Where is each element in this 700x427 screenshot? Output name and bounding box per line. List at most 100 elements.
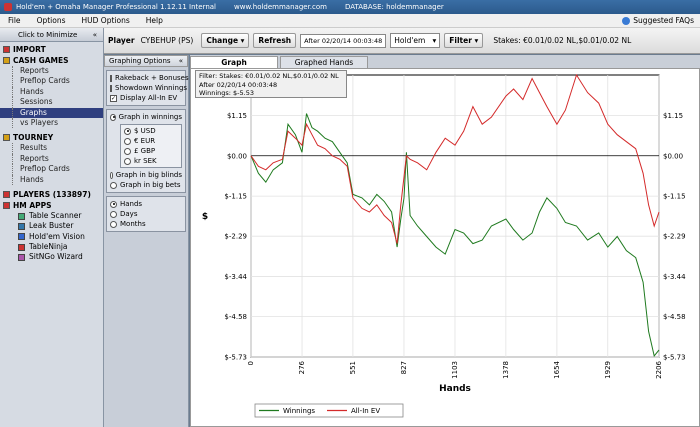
- y-tick-label: $1.15: [227, 112, 247, 120]
- holdem-vision-icon: [18, 233, 25, 241]
- players-icon: [3, 190, 10, 198]
- menu-file[interactable]: File: [0, 16, 29, 25]
- x-axis-label: Hands: [439, 384, 471, 394]
- radio-label: kr SEK: [134, 157, 157, 165]
- nav-cash-games[interactable]: CASH GAMES: [0, 55, 103, 66]
- nav-item-vs-players[interactable]: vs Players: [0, 117, 103, 129]
- graphing-options-title: Graphing Options: [109, 57, 171, 65]
- app-holdem-vision[interactable]: Hold'em Vision: [0, 232, 103, 242]
- nav-item-graphs[interactable]: Graphs: [0, 107, 103, 119]
- menu-bar: File Options HUD Options Help Suggested …: [0, 14, 700, 28]
- minimize-label: Click to Minimize: [18, 30, 78, 39]
- import-icon: [3, 46, 10, 53]
- rakeback-checkbox[interactable]: Rakeback + Bonuses: [110, 73, 189, 83]
- allin-ev-checkbox[interactable]: ✓ Display All-In EV: [110, 93, 182, 103]
- radio-icon: [110, 220, 117, 228]
- help-icon: [622, 16, 631, 25]
- nav-item-tourney-results[interactable]: Results: [0, 143, 103, 155]
- menu-hud-options[interactable]: HUD Options: [74, 16, 138, 25]
- change-button[interactable]: Change ▾: [201, 33, 250, 48]
- graph-big-bets-radio[interactable]: Graph in big bets: [110, 180, 182, 190]
- graph-big-blinds-radio[interactable]: Graph in big blinds: [110, 170, 182, 180]
- winnings-chart: 0 276 551 827 1103 1378 1654 1929 2206 $1.15 $1.15…: [202, 73, 686, 418]
- checkbox-icon: [110, 74, 112, 82]
- dropdown-arrow-icon: ▾: [240, 36, 245, 45]
- radio-label: Graph in winnings: [118, 113, 182, 121]
- nav-item-tourney-preflop[interactable]: Preflop Cards: [0, 164, 103, 175]
- radio-icon: [110, 181, 117, 189]
- tableninja-icon: [18, 243, 25, 251]
- radio-label: Days: [120, 210, 138, 218]
- nav-item-preflop-cards[interactable]: Preflop Cards: [0, 76, 103, 88]
- minimize-button[interactable]: Click to Minimize «: [0, 28, 103, 42]
- graphing-options-header[interactable]: Graphing Options «: [104, 55, 188, 67]
- app-table-scanner[interactable]: Table Scanner: [0, 211, 103, 221]
- nav-item-hands[interactable]: Hands: [0, 86, 103, 98]
- faq-label: Suggested FAQs: [633, 16, 694, 25]
- currency-usd-radio[interactable]: $ USD: [124, 126, 178, 136]
- y-tick-label-right: $-4.58: [663, 313, 686, 321]
- game-type-select[interactable]: Hold'em ▾: [390, 33, 441, 48]
- nav-tourney[interactable]: TOURNEY: [0, 132, 103, 143]
- x-tick-label: 0: [247, 361, 255, 365]
- date-filter-field[interactable]: After 02/20/14 00:03:48: [300, 33, 387, 48]
- y-tick-label-right: $-2.29: [663, 233, 686, 241]
- y-tick-label: $-1.15: [224, 193, 247, 201]
- x-tick-label: 1654: [553, 360, 561, 378]
- refresh-button[interactable]: Refresh: [253, 33, 297, 48]
- y-tick-label: $0.00: [227, 152, 247, 160]
- filter-label: Filter: [449, 36, 472, 45]
- radio-icon: [110, 113, 116, 121]
- radio-icon: [110, 210, 117, 218]
- nav-item-reports[interactable]: Reports: [0, 66, 103, 77]
- sidebar: Click to Minimize « IMPORT CASH GAMES Re…: [0, 28, 104, 427]
- nav-item-sessions[interactable]: Sessions: [0, 97, 103, 108]
- showdown-checkbox[interactable]: Showdown Winnings: [110, 83, 187, 93]
- filter-info-box: Filter: Stakes: €0.01/0.02 NL,$0.01/0.02…: [195, 70, 347, 98]
- suggested-faqs-link[interactable]: Suggested FAQs: [622, 16, 700, 25]
- xaxis-days-radio[interactable]: Days: [110, 209, 182, 219]
- player-label: Player: [108, 36, 135, 45]
- website-label: www.holdemmanager.com: [234, 3, 327, 11]
- x-tick-label: 827: [400, 361, 408, 374]
- radio-icon: [110, 200, 117, 208]
- plot-frame: Filter: Stakes: €0.01/0.02 NL,$0.01/0.02…: [190, 68, 700, 427]
- nav-apps-label: HM APPS: [13, 200, 52, 210]
- currency-gbp-radio[interactable]: £ GBP: [124, 146, 178, 156]
- graph-winnings-radio[interactable]: Graph in winnings: [110, 112, 182, 122]
- legend-label: All-In EV: [351, 407, 380, 415]
- legend-label: Winnings: [283, 407, 315, 415]
- change-label: Change: [206, 36, 239, 45]
- nav-item-tourney-hands[interactable]: Hands: [0, 174, 103, 186]
- y-axis-label: $: [202, 212, 208, 222]
- cash-games-icon: [3, 57, 10, 64]
- menu-options[interactable]: Options: [29, 16, 74, 25]
- dropdown-arrow-icon: ▾: [474, 36, 479, 45]
- app-tableninja[interactable]: TableNinja: [0, 242, 103, 252]
- menu-help[interactable]: Help: [138, 16, 171, 25]
- currency-eur-radio[interactable]: € EUR: [124, 136, 178, 146]
- xaxis-hands-radio[interactable]: Hands: [110, 199, 182, 209]
- window-title: Hold'em + Omaha Manager Professional 1.1…: [16, 3, 216, 11]
- nav-players[interactable]: PLAYERS (133897): [0, 189, 103, 200]
- tab-graphed-hands[interactable]: Graphed Hands: [280, 56, 368, 68]
- y-tick-label-right: $-3.44: [663, 273, 686, 281]
- x-tick-label: 276: [298, 360, 306, 374]
- currency-sek-radio[interactable]: kr SEK: [124, 156, 178, 166]
- xaxis-months-radio[interactable]: Months: [110, 219, 182, 229]
- nav-import[interactable]: IMPORT: [0, 44, 103, 55]
- nav-item-tourney-reports[interactable]: Reports: [0, 153, 103, 165]
- radio-icon: [110, 171, 113, 179]
- nav-hm-apps[interactable]: HM APPS: [0, 200, 103, 211]
- nav-players-label: PLAYERS (133897): [13, 189, 91, 199]
- nav-tree: IMPORT CASH GAMES Reports Preflop Cards …: [0, 42, 103, 263]
- stakes-summary: Stakes: €0.01/0.02 NL,$0.01/0.02 NL: [493, 36, 632, 45]
- app-sitngo-wizard[interactable]: SitNGo Wizard: [0, 252, 103, 262]
- graph-area: Graph Graphed Hands Filter: Stakes: €0.0…: [190, 55, 700, 427]
- tab-graph[interactable]: Graph: [190, 56, 278, 68]
- radio-label: Hands: [120, 200, 143, 208]
- app-leak-buster[interactable]: Leak Buster: [0, 221, 103, 231]
- filter-button[interactable]: Filter ▾: [444, 33, 484, 48]
- radio-label: Graph in big blinds: [115, 171, 182, 179]
- radio-label: Months: [120, 220, 146, 228]
